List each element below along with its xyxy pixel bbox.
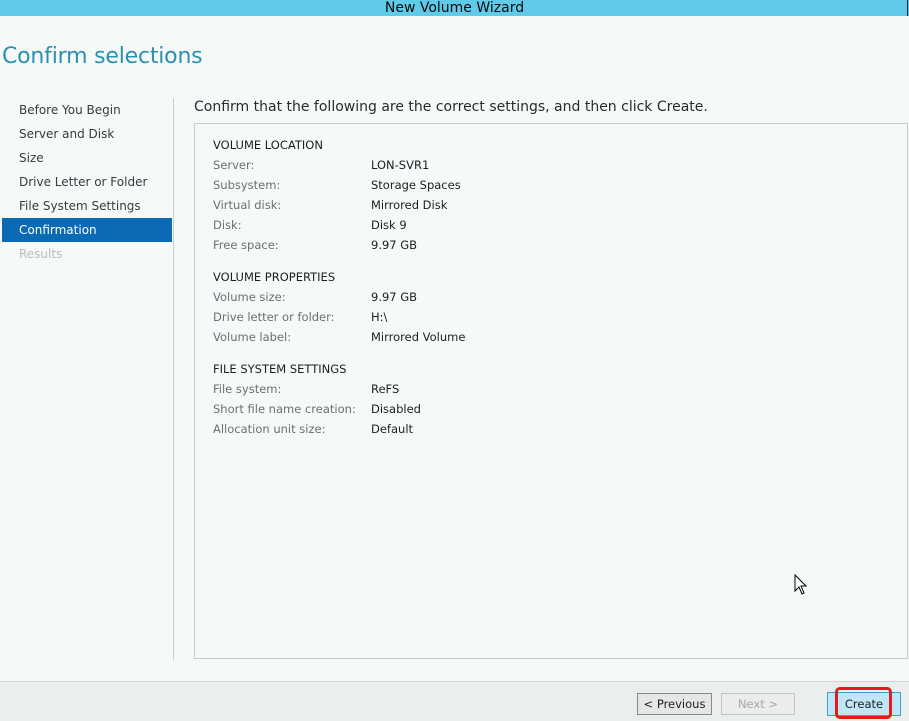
create-button[interactable]: Create	[827, 692, 901, 716]
summary-value: Default	[371, 422, 414, 436]
mouse-pointer-icon	[794, 574, 808, 595]
nav-item-results: Results	[19, 247, 63, 261]
window-title: New Volume Wizard	[384, 0, 525, 16]
summary-value: Storage Spaces	[371, 178, 461, 192]
summary-value: H:\	[371, 310, 388, 324]
summary-label: Subsystem:	[213, 178, 281, 192]
summary-value: Disk 9	[371, 218, 407, 232]
summary-value: ReFS	[371, 382, 400, 396]
nav-item-confirmation[interactable]: Confirmation	[2, 218, 172, 242]
summary-label: Volume size:	[213, 290, 286, 304]
summary-value: Mirrored Disk	[371, 198, 448, 212]
wizard-footer: < Previous Next > Create	[0, 681, 909, 721]
summary-value: 9.97 GB	[371, 290, 418, 304]
summary-label: File system:	[213, 382, 282, 396]
summary-label: Allocation unit size:	[213, 422, 326, 436]
summary-value: 9.97 GB	[371, 238, 418, 252]
section-heading-file-system-settings: FILE SYSTEM SETTINGS	[213, 362, 347, 376]
summary-value: LON-SVR1	[371, 158, 430, 172]
nav-divider	[173, 98, 174, 660]
nav-item-file-system-settings[interactable]: File System Settings	[2, 194, 172, 218]
nav-item-size[interactable]: Size	[2, 146, 172, 170]
next-button: Next >	[721, 693, 795, 715]
summary-value: Disabled	[371, 402, 421, 416]
summary-label: Disk:	[213, 218, 242, 232]
nav-item-before-you-begin[interactable]: Before You Begin	[2, 98, 172, 122]
summary-label: Volume label:	[213, 330, 292, 344]
previous-button[interactable]: < Previous	[637, 693, 712, 715]
nav-item-drive-letter-or-folder[interactable]: Drive Letter or Folder	[2, 170, 172, 194]
summary-label: Short file name creation:	[213, 402, 356, 416]
summary-label: Server:	[213, 158, 255, 172]
summary-label: Drive letter or folder:	[213, 310, 335, 324]
wizard-nav: Before You Begin Server and Disk Size Dr…	[2, 98, 172, 266]
section-heading-volume-location: VOLUME LOCATION	[213, 138, 323, 152]
summary-label: Virtual disk:	[213, 198, 282, 212]
summary-value: Mirrored Volume	[371, 330, 466, 344]
nav-item-server-and-disk[interactable]: Server and Disk	[2, 122, 172, 146]
summary-label: Free space:	[213, 238, 279, 252]
instruction-text: Confirm that the following are the corre…	[194, 99, 708, 115]
title-bar-edge	[907, 0, 908, 16]
page-title: Confirm selections	[2, 44, 203, 69]
section-heading-volume-properties: VOLUME PROPERTIES	[213, 270, 336, 284]
title-bar[interactable]: New Volume Wizard	[0, 0, 909, 16]
